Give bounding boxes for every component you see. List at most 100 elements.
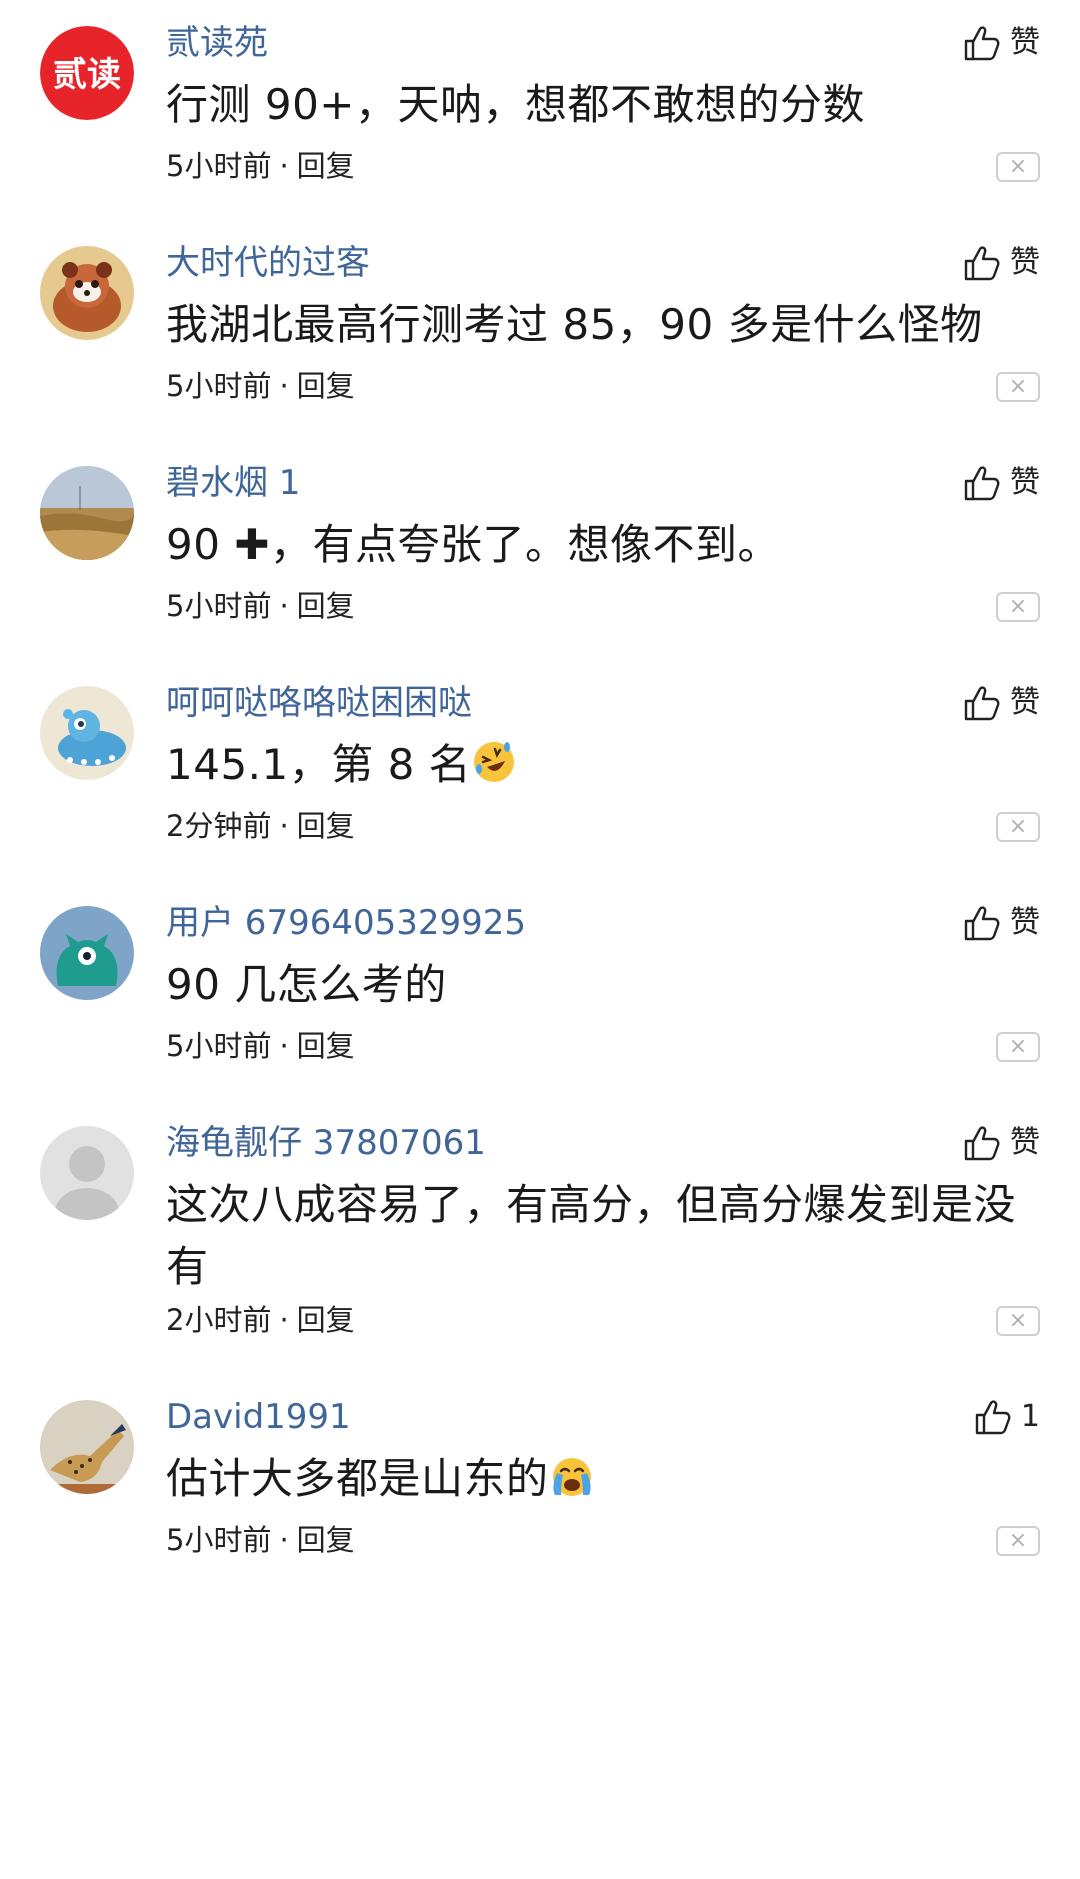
timestamp: 2小时前 xyxy=(166,1303,272,1337)
dismiss-button[interactable]: × xyxy=(996,372,1040,402)
plus-symbol: ✚ xyxy=(234,520,270,569)
comment-meta: 2小时前 · 回复 xyxy=(166,1300,355,1340)
dismiss-button[interactable]: × xyxy=(996,812,1040,842)
thumbs-up-icon xyxy=(964,686,1000,721)
comment-text: 90 ✚，有点夸张了。想像不到。 xyxy=(166,514,1046,576)
thumbs-up-icon xyxy=(964,466,1000,501)
timestamp: 5小时前 xyxy=(166,589,272,623)
timestamp: 5小时前 xyxy=(166,1523,272,1557)
username[interactable]: 呵呵哒咯咯哒困困哒 xyxy=(166,682,472,724)
loudly-crying-face-emoji xyxy=(549,1453,595,1499)
reply-button[interactable]: 回复 xyxy=(297,809,355,843)
monster-avatar-icon xyxy=(40,906,134,1000)
dismiss-button[interactable]: × xyxy=(996,1306,1040,1336)
alien-ufo-avatar-icon xyxy=(40,686,134,780)
comment-text: 145.1，第 8 名 xyxy=(166,734,1046,796)
thumbs-up-icon xyxy=(964,1126,1000,1161)
reply-button[interactable]: 回复 xyxy=(297,1029,355,1063)
username[interactable]: 海龟靓仔 37807061 xyxy=(166,1122,486,1164)
thumbs-up-icon xyxy=(964,26,1000,61)
comment-text-body: 估计大多都是山东的 xyxy=(166,1454,549,1503)
avatar[interactable] xyxy=(40,906,134,1000)
dismiss-button[interactable]: × xyxy=(996,592,1040,622)
like-button[interactable]: 赞 xyxy=(962,1122,1040,1164)
thumbs-up-icon xyxy=(964,906,1000,941)
comment-meta: 5小时前 · 回复 xyxy=(166,366,355,406)
avatar[interactable] xyxy=(40,466,134,560)
comment-item: David1991 1 估计大多都是山东的 5小时前 · 回复 × xyxy=(0,1396,1080,1596)
avatar[interactable] xyxy=(40,1126,134,1220)
like-label: 赞 xyxy=(1010,905,1040,940)
reply-button[interactable]: 回复 xyxy=(297,369,355,403)
meta-separator: · xyxy=(279,1303,289,1337)
comment-text: 90 几怎么考的 xyxy=(166,960,447,1009)
avatar[interactable] xyxy=(40,686,134,780)
like-label: 赞 xyxy=(1010,465,1040,500)
timestamp: 5小时前 xyxy=(166,1029,272,1063)
like-button[interactable]: 赞 xyxy=(962,22,1040,64)
comment-item: 碧水烟 1 赞 90 ✚，有点夸张了。想像不到。 5小时前 · 回复 × xyxy=(0,462,1080,662)
dismiss-button[interactable]: × xyxy=(996,1032,1040,1062)
comment-meta: 5小时前 · 回复 xyxy=(166,1520,355,1560)
meta-separator: · xyxy=(279,809,289,843)
username[interactable]: 贰读苑 xyxy=(166,22,268,64)
rolling-on-floor-laughing-emoji xyxy=(471,739,517,785)
reply-button[interactable]: 回复 xyxy=(297,1523,355,1557)
username[interactable]: David1991 xyxy=(166,1396,351,1438)
landscape-avatar-icon xyxy=(40,466,134,560)
like-count: 1 xyxy=(1020,1399,1040,1434)
comment-text-body: 145.1，第 8 名 xyxy=(166,740,472,789)
meta-separator: · xyxy=(279,589,289,623)
comment-item: 贰读 贰读苑 赞 行测 90+，天呐，想都不敢想的分数 5小时前 · 回复 × xyxy=(0,22,1080,222)
like-label: 赞 xyxy=(1010,245,1040,280)
laughing-face-icon xyxy=(474,742,515,782)
crying-face-icon xyxy=(552,1458,591,1496)
like-button[interactable]: 1 xyxy=(973,1396,1040,1438)
avatar-logo-icon: 贰读 xyxy=(40,26,134,120)
default-user-avatar-icon xyxy=(40,1126,134,1220)
reply-button[interactable]: 回复 xyxy=(297,1303,355,1337)
comment-list: 贰读 贰读苑 赞 行测 90+，天呐，想都不敢想的分数 5小时前·回复 × xyxy=(0,0,1080,1879)
dismiss-button[interactable]: × xyxy=(996,1526,1040,1556)
reply-button[interactable]: 回复 xyxy=(297,589,355,623)
avatar-text: 贰读 xyxy=(53,55,121,95)
red-panda-avatar-icon xyxy=(40,246,134,340)
like-button[interactable]: 赞 xyxy=(962,462,1040,504)
cheetah-avatar-icon xyxy=(40,1400,134,1494)
like-label: 赞 xyxy=(1010,25,1040,60)
meta-separator: · xyxy=(279,1029,289,1063)
comment-text: 估计大多都是山东的 xyxy=(166,1448,1046,1510)
comment-text: 我湖北最高行测考过 85，90 多是什么怪物 xyxy=(166,300,983,349)
timestamp: 5小时前 xyxy=(166,149,272,183)
comment-meta: 5小时前 · 回复 xyxy=(166,1026,355,1066)
meta-separator: · xyxy=(279,369,289,403)
avatar[interactable] xyxy=(40,246,134,340)
reply-button[interactable]: 回复 xyxy=(297,149,355,183)
like-label: 赞 xyxy=(1010,685,1040,720)
comment-text: 行测 90+，天呐，想都不敢想的分数 xyxy=(166,80,865,129)
avatar[interactable] xyxy=(40,1400,134,1494)
comment-meta: 2分钟前 · 回复 xyxy=(166,806,355,846)
username[interactable]: 用户 6796405329925 xyxy=(166,902,526,944)
comment-text: 这次八成容易了，有高分，但高分爆发到是没有 xyxy=(166,1180,1017,1291)
comment-item: 大时代的过客 赞 我湖北最高行测考过 85，90 多是什么怪物 5小时前 · 回复 … xyxy=(0,242,1080,442)
like-button[interactable]: 赞 xyxy=(962,682,1040,724)
thumbs-up-icon xyxy=(964,246,1000,281)
thumbs-up-icon xyxy=(975,1400,1011,1435)
comment-meta: 5小时前 · 回复 xyxy=(166,586,355,626)
meta-separator: · xyxy=(279,1523,289,1557)
comment-item: 海龟靓仔 37807061 赞 这次八成容易了，有高分，但高分爆发到是没有 2小… xyxy=(0,1122,1080,1382)
avatar[interactable]: 贰读 xyxy=(40,26,134,120)
like-label: 赞 xyxy=(1010,1125,1040,1160)
dismiss-button[interactable]: × xyxy=(996,152,1040,182)
username[interactable]: 大时代的过客 xyxy=(166,242,370,284)
meta-separator: · xyxy=(279,149,289,183)
like-button[interactable]: 赞 xyxy=(962,902,1040,944)
comment-text-end: ，有点夸张了。想像不到。 xyxy=(270,520,781,569)
username[interactable]: 碧水烟 1 xyxy=(166,462,300,504)
comment-text-start: 90 xyxy=(166,520,235,569)
comment-item: 用户 6796405329925 赞 90 几怎么考的 5小时前 · 回复 × xyxy=(0,902,1080,1102)
timestamp: 2分钟前 xyxy=(166,809,272,843)
timestamp: 5小时前 xyxy=(166,369,272,403)
like-button[interactable]: 赞 xyxy=(962,242,1040,284)
